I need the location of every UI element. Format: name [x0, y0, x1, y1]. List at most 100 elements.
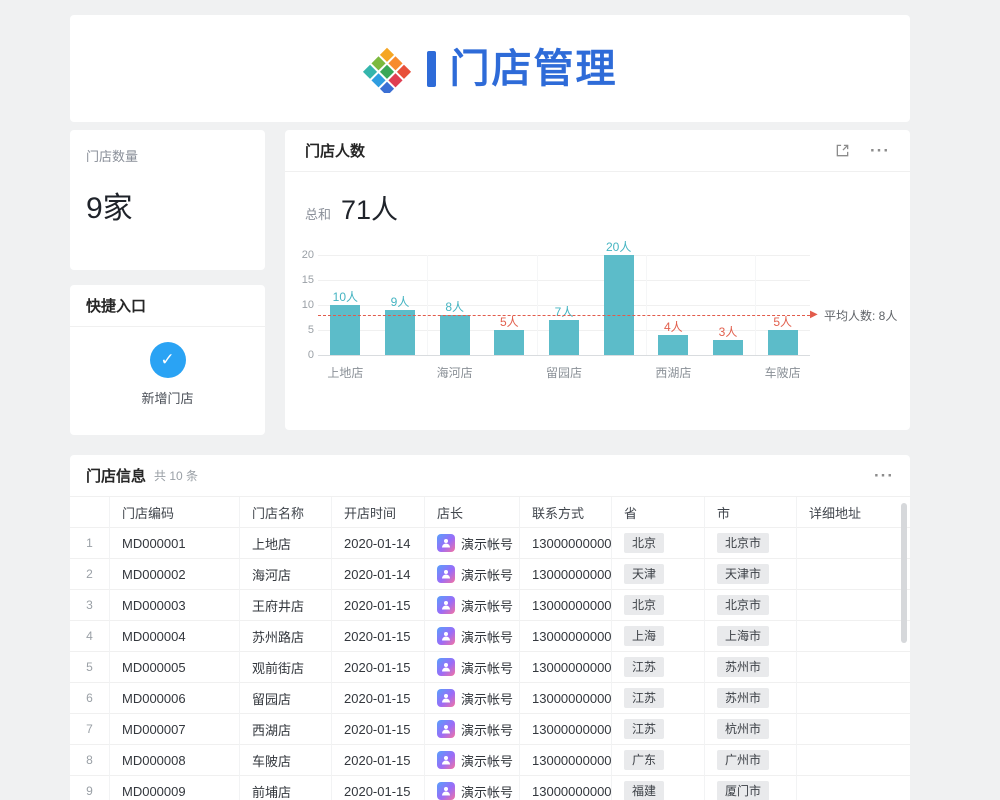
city-badge: 广州市: [717, 750, 769, 770]
cell-open-date: 2020-01-14: [332, 528, 425, 559]
cell-phone: 13000000000: [520, 528, 612, 559]
bar-上地店[interactable]: [330, 305, 360, 355]
cell-city: 北京市: [705, 590, 797, 621]
table-row[interactable]: 7MD000007西湖店2020-01-15 演示帐号13000000000江苏…: [70, 714, 910, 745]
y-axis-label: 10: [300, 299, 314, 311]
table-card-header: 门店信息 共 10 条 ···: [70, 455, 910, 497]
user-avatar-icon: [437, 658, 455, 676]
chart-card-title: 门店人数: [305, 140, 365, 161]
bar-series-6[interactable]: [604, 255, 634, 355]
vertical-scrollbar[interactable]: [900, 499, 908, 800]
cell-manager: 演示帐号: [425, 590, 520, 621]
quick-entry-card: 快捷入口 ✓ 新增门店: [70, 285, 265, 435]
cell-store-name: 车陂店: [240, 745, 332, 776]
cell-store-name: 留园店: [240, 683, 332, 714]
table-row[interactable]: 6MD000006留园店2020-01-15 演示帐号13000000000江苏…: [70, 683, 910, 714]
cell-store-name: 上地店: [240, 528, 332, 559]
cell-phone: 13000000000: [520, 776, 612, 800]
add-store-button[interactable]: ✓ 新增门店: [70, 342, 265, 407]
more-icon[interactable]: ···: [870, 142, 890, 159]
cell-province: 江苏: [612, 714, 705, 745]
province-badge: 福建: [624, 781, 664, 800]
cell-phone: 13000000000: [520, 683, 612, 714]
gridline: [755, 255, 756, 355]
scrollbar-thumb[interactable]: [901, 503, 907, 643]
province-badge: 江苏: [624, 657, 664, 677]
bar-series-4[interactable]: [494, 330, 524, 355]
table-row[interactable]: 4MD000004苏州路店2020-01-15 演示帐号13000000000上…: [70, 621, 910, 652]
page-title: 门店管理: [450, 49, 618, 89]
cell-province: 广东: [612, 745, 705, 776]
cell-province: 江苏: [612, 652, 705, 683]
headcount-chart-card: 门店人数 ··· 总和 71人 0510152010人上地店9人8人海河店5人7…: [285, 130, 910, 430]
column-header: 店长: [425, 497, 520, 528]
cell-store-name: 苏州路店: [240, 621, 332, 652]
cell-phone: 13000000000: [520, 559, 612, 590]
table-card-title: 门店信息: [86, 465, 146, 486]
bar-chart: 0510152010人上地店9人8人海河店5人7人留园店20人4人西湖店3人5人…: [300, 230, 908, 400]
cell-store-name: 海河店: [240, 559, 332, 590]
city-badge: 北京市: [717, 595, 769, 615]
column-header: 联系方式: [520, 497, 612, 528]
x-axis-label: 上地店: [318, 364, 373, 381]
cell-city: 天津市: [705, 559, 797, 590]
province-badge: 天津: [624, 564, 664, 584]
bar-series-2[interactable]: [385, 310, 415, 355]
table-row[interactable]: 3MD000003王府井店2020-01-15 演示帐号13000000000北…: [70, 590, 910, 621]
store-count-value: 9家: [86, 183, 249, 227]
y-axis-label: 5: [300, 324, 314, 336]
table-row[interactable]: 1MD000001上地店2020-01-14 演示帐号13000000000北京…: [70, 528, 910, 559]
cell-open-date: 2020-01-15: [332, 745, 425, 776]
cell-manager: 演示帐号: [425, 683, 520, 714]
column-header: 市: [705, 497, 797, 528]
column-header: 门店名称: [240, 497, 332, 528]
bar-value-label: 20人: [592, 238, 646, 255]
average-line: [318, 315, 810, 316]
cell-phone: 13000000000: [520, 590, 612, 621]
table-row[interactable]: 8MD000008车陂店2020-01-15 演示帐号13000000000广东…: [70, 745, 910, 776]
cell-province: 北京: [612, 590, 705, 621]
cell-open-date: 2020-01-15: [332, 776, 425, 800]
table-row[interactable]: 2MD000002海河店2020-01-14 演示帐号13000000000天津…: [70, 559, 910, 590]
cell-address: [797, 714, 910, 745]
cell-phone: 13000000000: [520, 714, 612, 745]
cell-phone: 13000000000: [520, 745, 612, 776]
cell-store-name: 王府井店: [240, 590, 332, 621]
cell-open-date: 2020-01-15: [332, 621, 425, 652]
bar-车陂店[interactable]: [768, 330, 798, 355]
bar-留园店[interactable]: [549, 320, 579, 355]
cell-address: [797, 745, 910, 776]
cell-city: 北京市: [705, 528, 797, 559]
cell-city: 上海市: [705, 621, 797, 652]
cell-address: [797, 528, 910, 559]
column-header-index: [70, 497, 110, 528]
user-avatar-icon: [437, 782, 455, 800]
row-index: 8: [70, 745, 110, 776]
table-row[interactable]: 9MD000009前埔店2020-01-15 演示帐号13000000000福建…: [70, 776, 910, 800]
cell-manager: 演示帐号: [425, 745, 520, 776]
table-row[interactable]: 5MD000005观前街店2020-01-15 演示帐号13000000000江…: [70, 652, 910, 683]
more-icon[interactable]: ···: [874, 467, 894, 484]
user-avatar-icon: [437, 720, 455, 738]
bar-西湖店[interactable]: [658, 335, 688, 355]
bar-series-8[interactable]: [713, 340, 743, 355]
app-header: 门店管理: [70, 15, 910, 122]
city-badge: 天津市: [717, 564, 769, 584]
city-badge: 上海市: [717, 626, 769, 646]
average-line-label: 平均人数: 8人: [824, 307, 897, 324]
cell-store-name: 观前街店: [240, 652, 332, 683]
x-axis-label: 西湖店: [646, 364, 701, 381]
cell-store-name: 前埔店: [240, 776, 332, 800]
add-store-label: 新增门店: [141, 388, 193, 407]
x-axis-label: 车陂店: [755, 364, 810, 381]
city-badge: 杭州市: [717, 719, 769, 739]
gridline: [318, 255, 810, 256]
title-accent-bar: [427, 51, 436, 87]
column-header: 详细地址: [797, 497, 910, 528]
table-body: 1MD000001上地店2020-01-14 演示帐号13000000000北京…: [70, 528, 910, 800]
cell-address: [797, 621, 910, 652]
sum-value: 71人: [341, 188, 398, 227]
bar-海河店[interactable]: [440, 315, 470, 355]
expand-icon[interactable]: [835, 143, 850, 158]
cell-city: 杭州市: [705, 714, 797, 745]
